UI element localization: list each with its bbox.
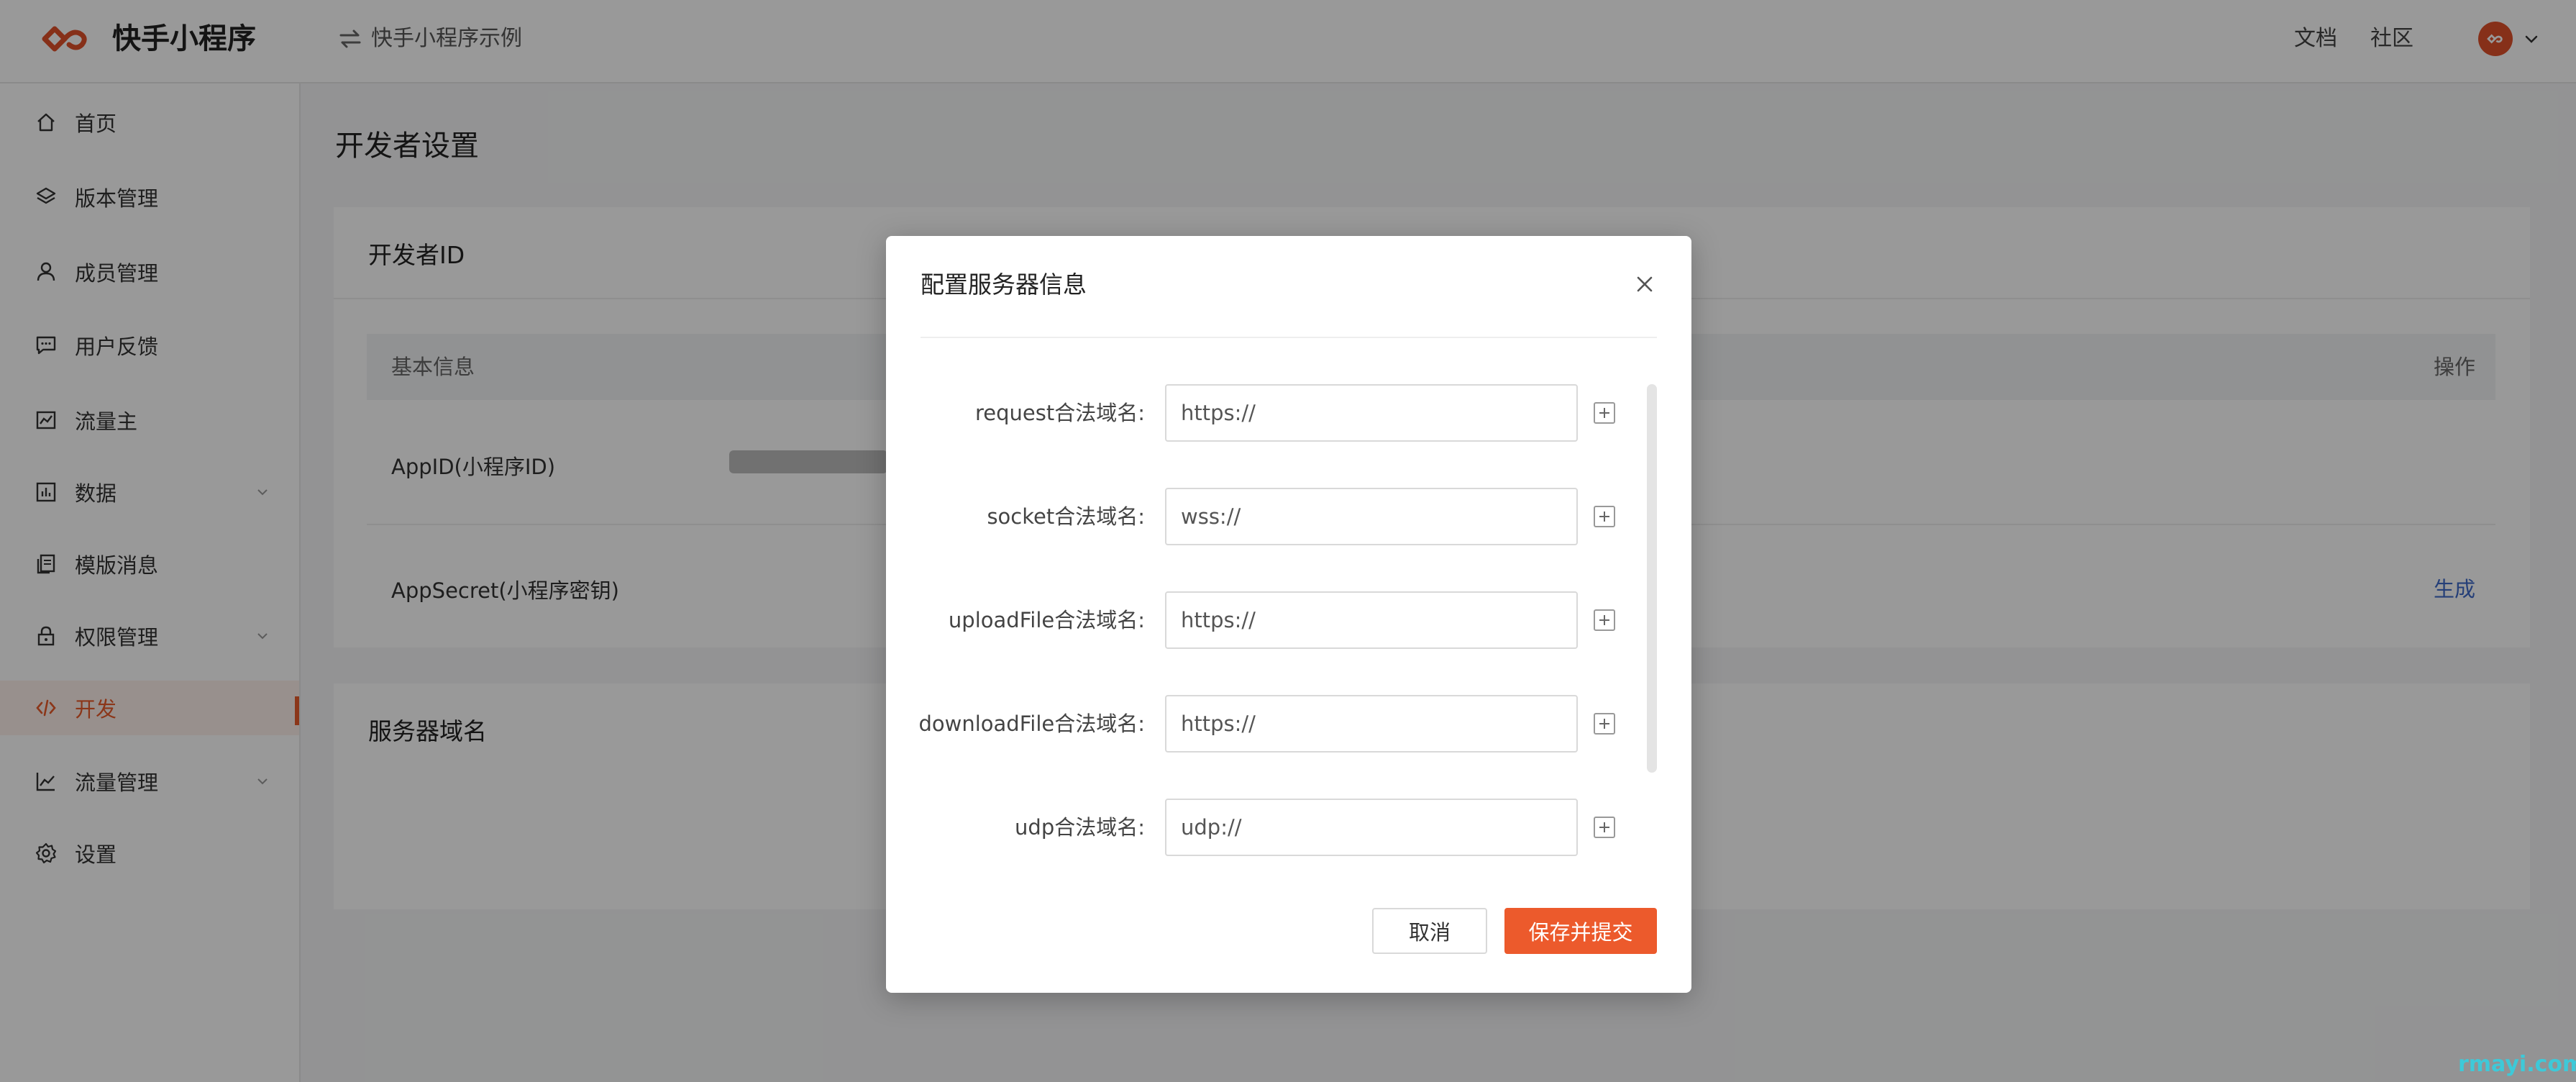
request-add-button[interactable]: [1594, 402, 1615, 424]
downloadfile-domain-input[interactable]: [1165, 695, 1578, 753]
socket-domain-label: socket合法域名:: [987, 504, 1145, 529]
request-domain-label: request合法域名:: [974, 401, 1145, 425]
save-submit-button[interactable]: 保存并提交: [1504, 908, 1657, 954]
cancel-button[interactable]: 取消: [1372, 908, 1487, 954]
dialog-title: 配置服务器信息: [921, 270, 1087, 299]
server-config-dialog: 配置服务器信息 request合法域名: socket合法域名: uploadF…: [886, 236, 1691, 993]
request-domain-input[interactable]: [1165, 384, 1578, 442]
socket-domain-input[interactable]: [1165, 488, 1578, 545]
udp-domain-label: udp合法域名:: [1015, 815, 1145, 840]
uploadfile-domain-input[interactable]: [1165, 591, 1578, 649]
socket-add-button[interactable]: [1594, 506, 1615, 527]
dialog-scrollbar[interactable]: [1647, 384, 1657, 773]
plus-icon: [1599, 615, 1609, 625]
uploadfile-add-button[interactable]: [1594, 609, 1615, 631]
uploadfile-domain-label: uploadFile合法域名:: [948, 608, 1145, 632]
udp-add-button[interactable]: [1594, 817, 1615, 838]
downloadfile-add-button[interactable]: [1594, 713, 1615, 735]
plus-icon: [1599, 719, 1609, 729]
udp-domain-input[interactable]: [1165, 799, 1578, 856]
watermark: rmayi.com: [2458, 1052, 2576, 1077]
plus-icon: [1599, 408, 1609, 418]
dialog-divider: [921, 337, 1657, 338]
downloadfile-domain-label: downloadFile合法域名:: [918, 712, 1145, 736]
close-icon[interactable]: [1632, 272, 1657, 296]
plus-icon: [1599, 822, 1609, 832]
plus-icon: [1599, 512, 1609, 522]
